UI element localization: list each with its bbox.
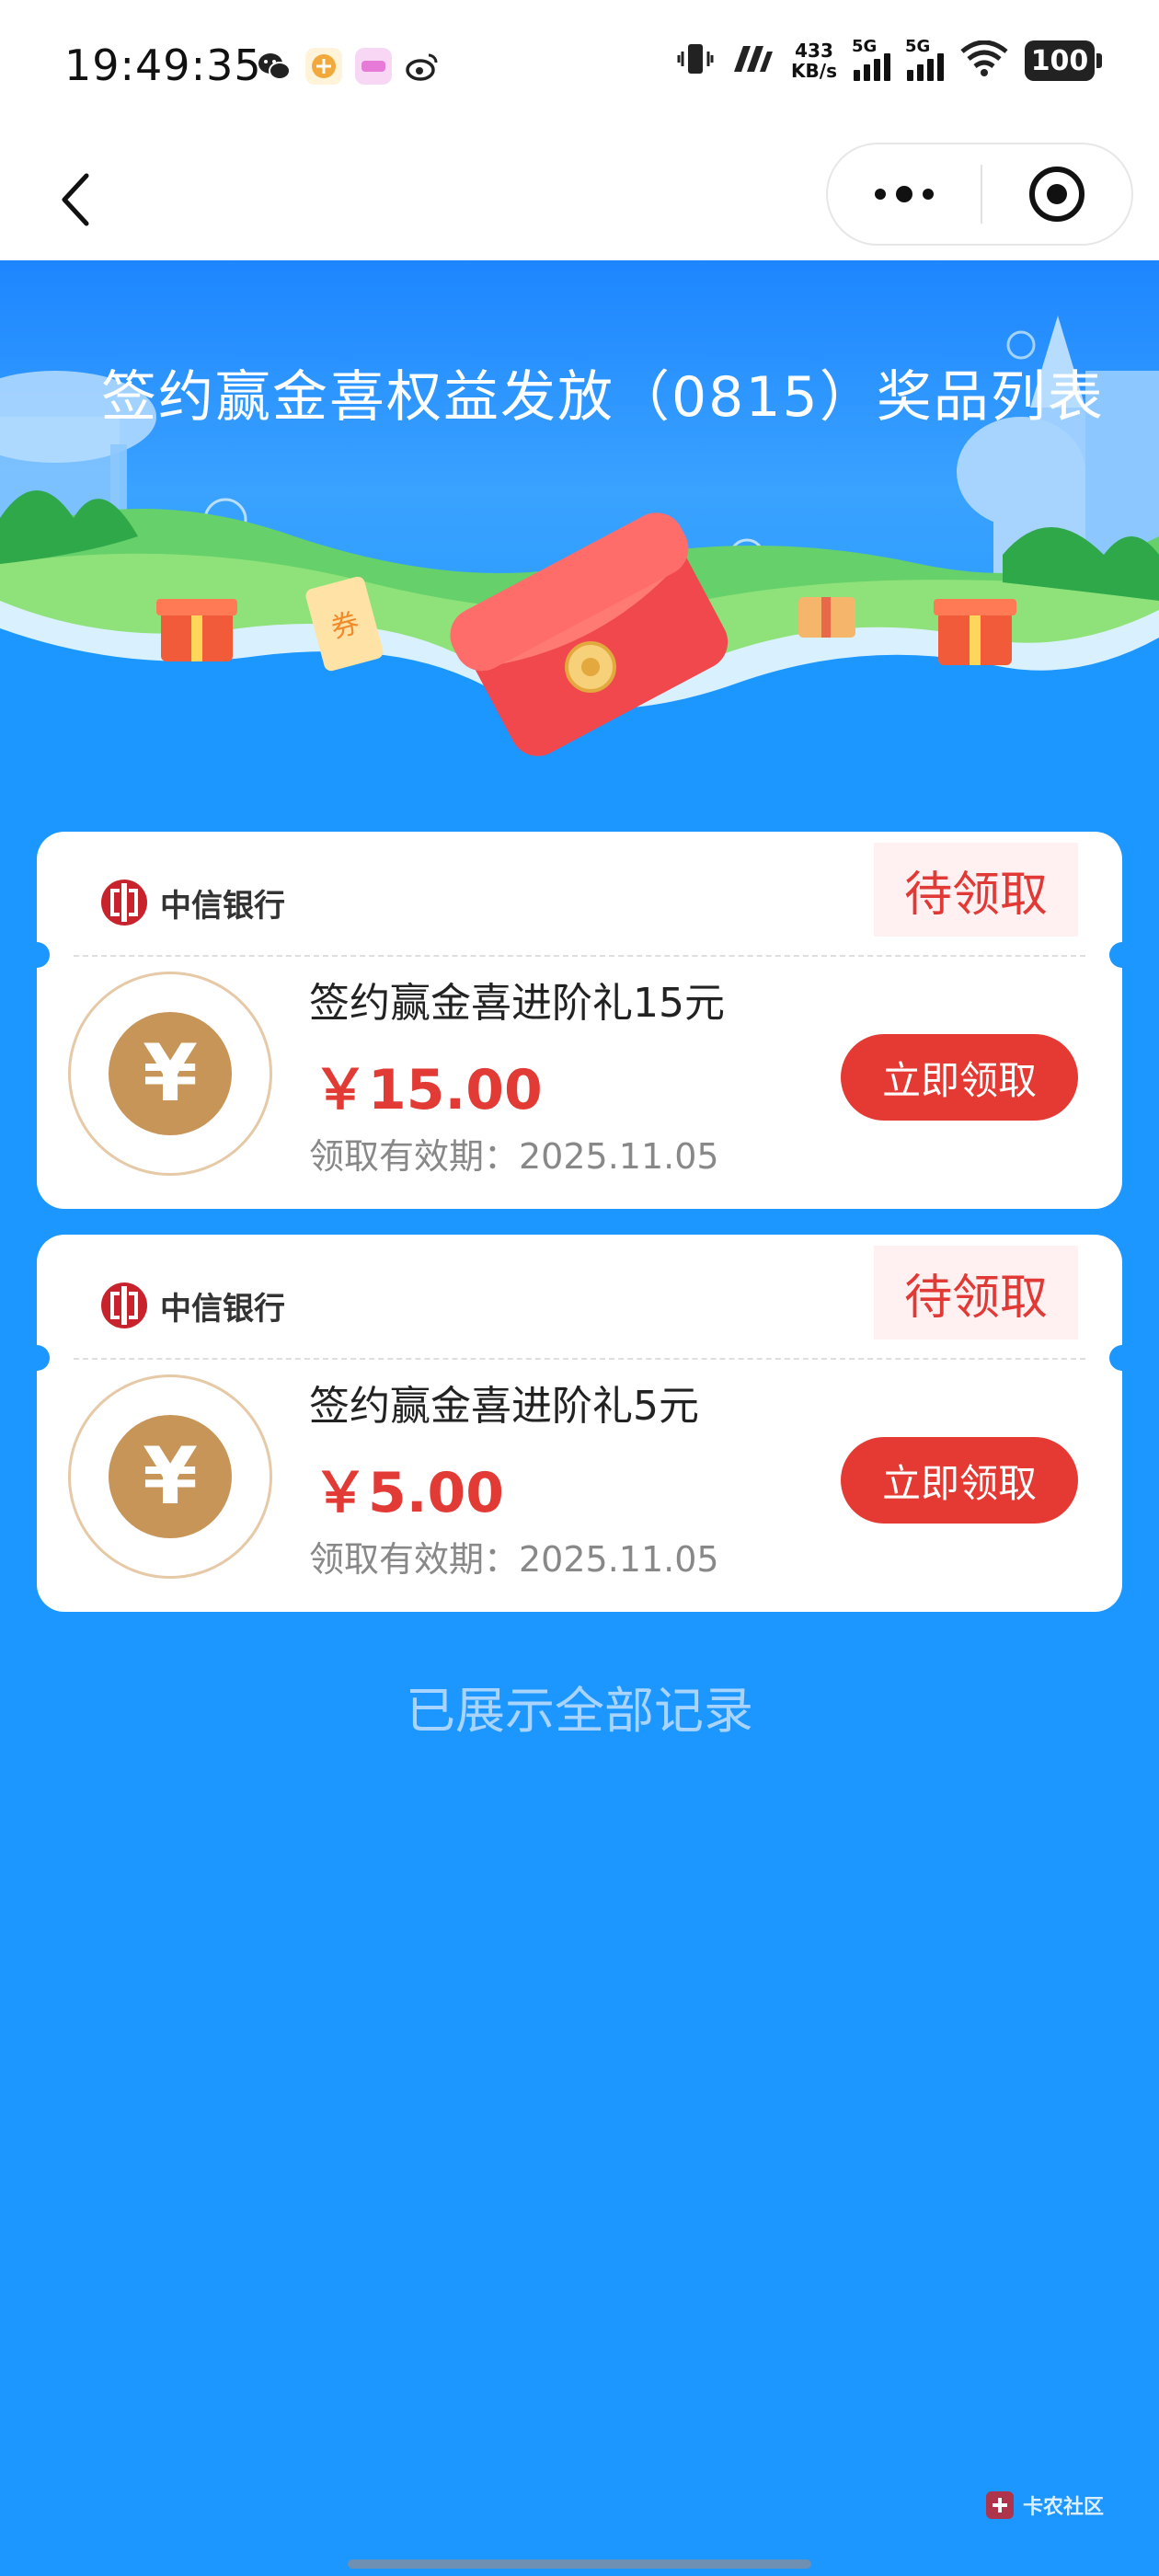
citic-bank-logo-icon [101, 880, 147, 926]
chevron-left-icon [62, 173, 89, 226]
card-notch [1109, 942, 1135, 968]
weibo-icon [405, 48, 442, 85]
claim-button[interactable]: 立即领取 [841, 1437, 1078, 1524]
target-close-icon [1029, 167, 1084, 222]
yuan-coin-icon: ¥ [109, 1415, 232, 1538]
miniprogram-capsule [826, 143, 1133, 246]
watermark-text: 卡农社区 [1022, 2496, 1104, 2519]
more-button[interactable] [828, 144, 981, 244]
card-divider [74, 955, 1085, 957]
vibrate-icon [677, 40, 714, 81]
citic-bank-logo-icon [101, 1282, 147, 1328]
nfc-icon [730, 40, 775, 81]
card-notch [1109, 1345, 1135, 1371]
prize-validity: 领取有效期：2025.11.05 [309, 1539, 719, 1580]
prize-name: 签约赢金喜进阶礼15元 [309, 980, 725, 1027]
battery-icon: 100 [1025, 40, 1102, 81]
card-notch [24, 1345, 50, 1371]
net-speed: 433 KB/s [791, 40, 837, 82]
navigation-bar [0, 143, 1159, 260]
yuan-coin-icon: ¥ [109, 1012, 232, 1135]
bank-brand: 中信银行 [99, 1281, 285, 1330]
back-button[interactable] [39, 163, 112, 236]
app-icon-pink [355, 48, 392, 85]
bank-name: 中信银行 [160, 887, 285, 925]
status-right: 433 KB/s 5G 5G 100 [677, 37, 1102, 82]
more-dots-icon [875, 186, 934, 202]
prize-amount: ￥5.00 [313, 1461, 505, 1525]
close-miniprogram-button[interactable] [982, 144, 1131, 244]
status-badge: 待领取 [874, 843, 1078, 937]
coin-badge: ¥ [68, 1374, 272, 1579]
sim2-signal-icon: 5G [905, 37, 944, 81]
prize-amount: ￥15.00 [313, 1058, 543, 1122]
coin-badge: ¥ [68, 972, 272, 1176]
status-bar: 19:49:35 433 KB/s 5G 5G 100 [0, 0, 1159, 143]
banner-illustration: 券 [0, 316, 1159, 776]
page-title: 签约赢金喜权益发放（0815）奖品列表 [101, 365, 1105, 430]
sim1-signal-icon: 5G [852, 37, 890, 81]
bank-brand: 中信银行 [99, 878, 285, 927]
home-indicator[interactable] [348, 2559, 811, 2569]
prize-validity: 领取有效期：2025.11.05 [309, 1136, 719, 1177]
wifi-icon [960, 40, 1008, 81]
card-divider [74, 1358, 1085, 1360]
prize-card: 中信银行 待领取 ¥ 签约赢金喜进阶礼15元 ￥15.00 领取有效期：2025… [24, 832, 1135, 1209]
claim-button[interactable]: 立即领取 [841, 1034, 1078, 1121]
status-badge: 待领取 [874, 1246, 1078, 1340]
watermark: 卡农社区 [984, 2490, 1104, 2521]
prize-card: 中信银行 待领取 ¥ 签约赢金喜进阶礼5元 ￥5.00 领取有效期：2025.1… [24, 1235, 1135, 1612]
wechat-icon [256, 48, 293, 85]
status-time: 19:49:35 [64, 40, 262, 90]
watermark-logo-icon [985, 2491, 1014, 2519]
card-notch [24, 942, 50, 968]
prize-name: 签约赢金喜进阶礼5元 [309, 1383, 699, 1430]
notification-icons [256, 48, 442, 85]
page-banner: 券 签约赢金喜权益发放（0815）奖品列表 [0, 260, 1159, 776]
end-of-list-text: 已展示全部记录 [406, 1682, 753, 1740]
bank-name: 中信银行 [160, 1290, 285, 1328]
app-icon-orange [305, 48, 342, 85]
